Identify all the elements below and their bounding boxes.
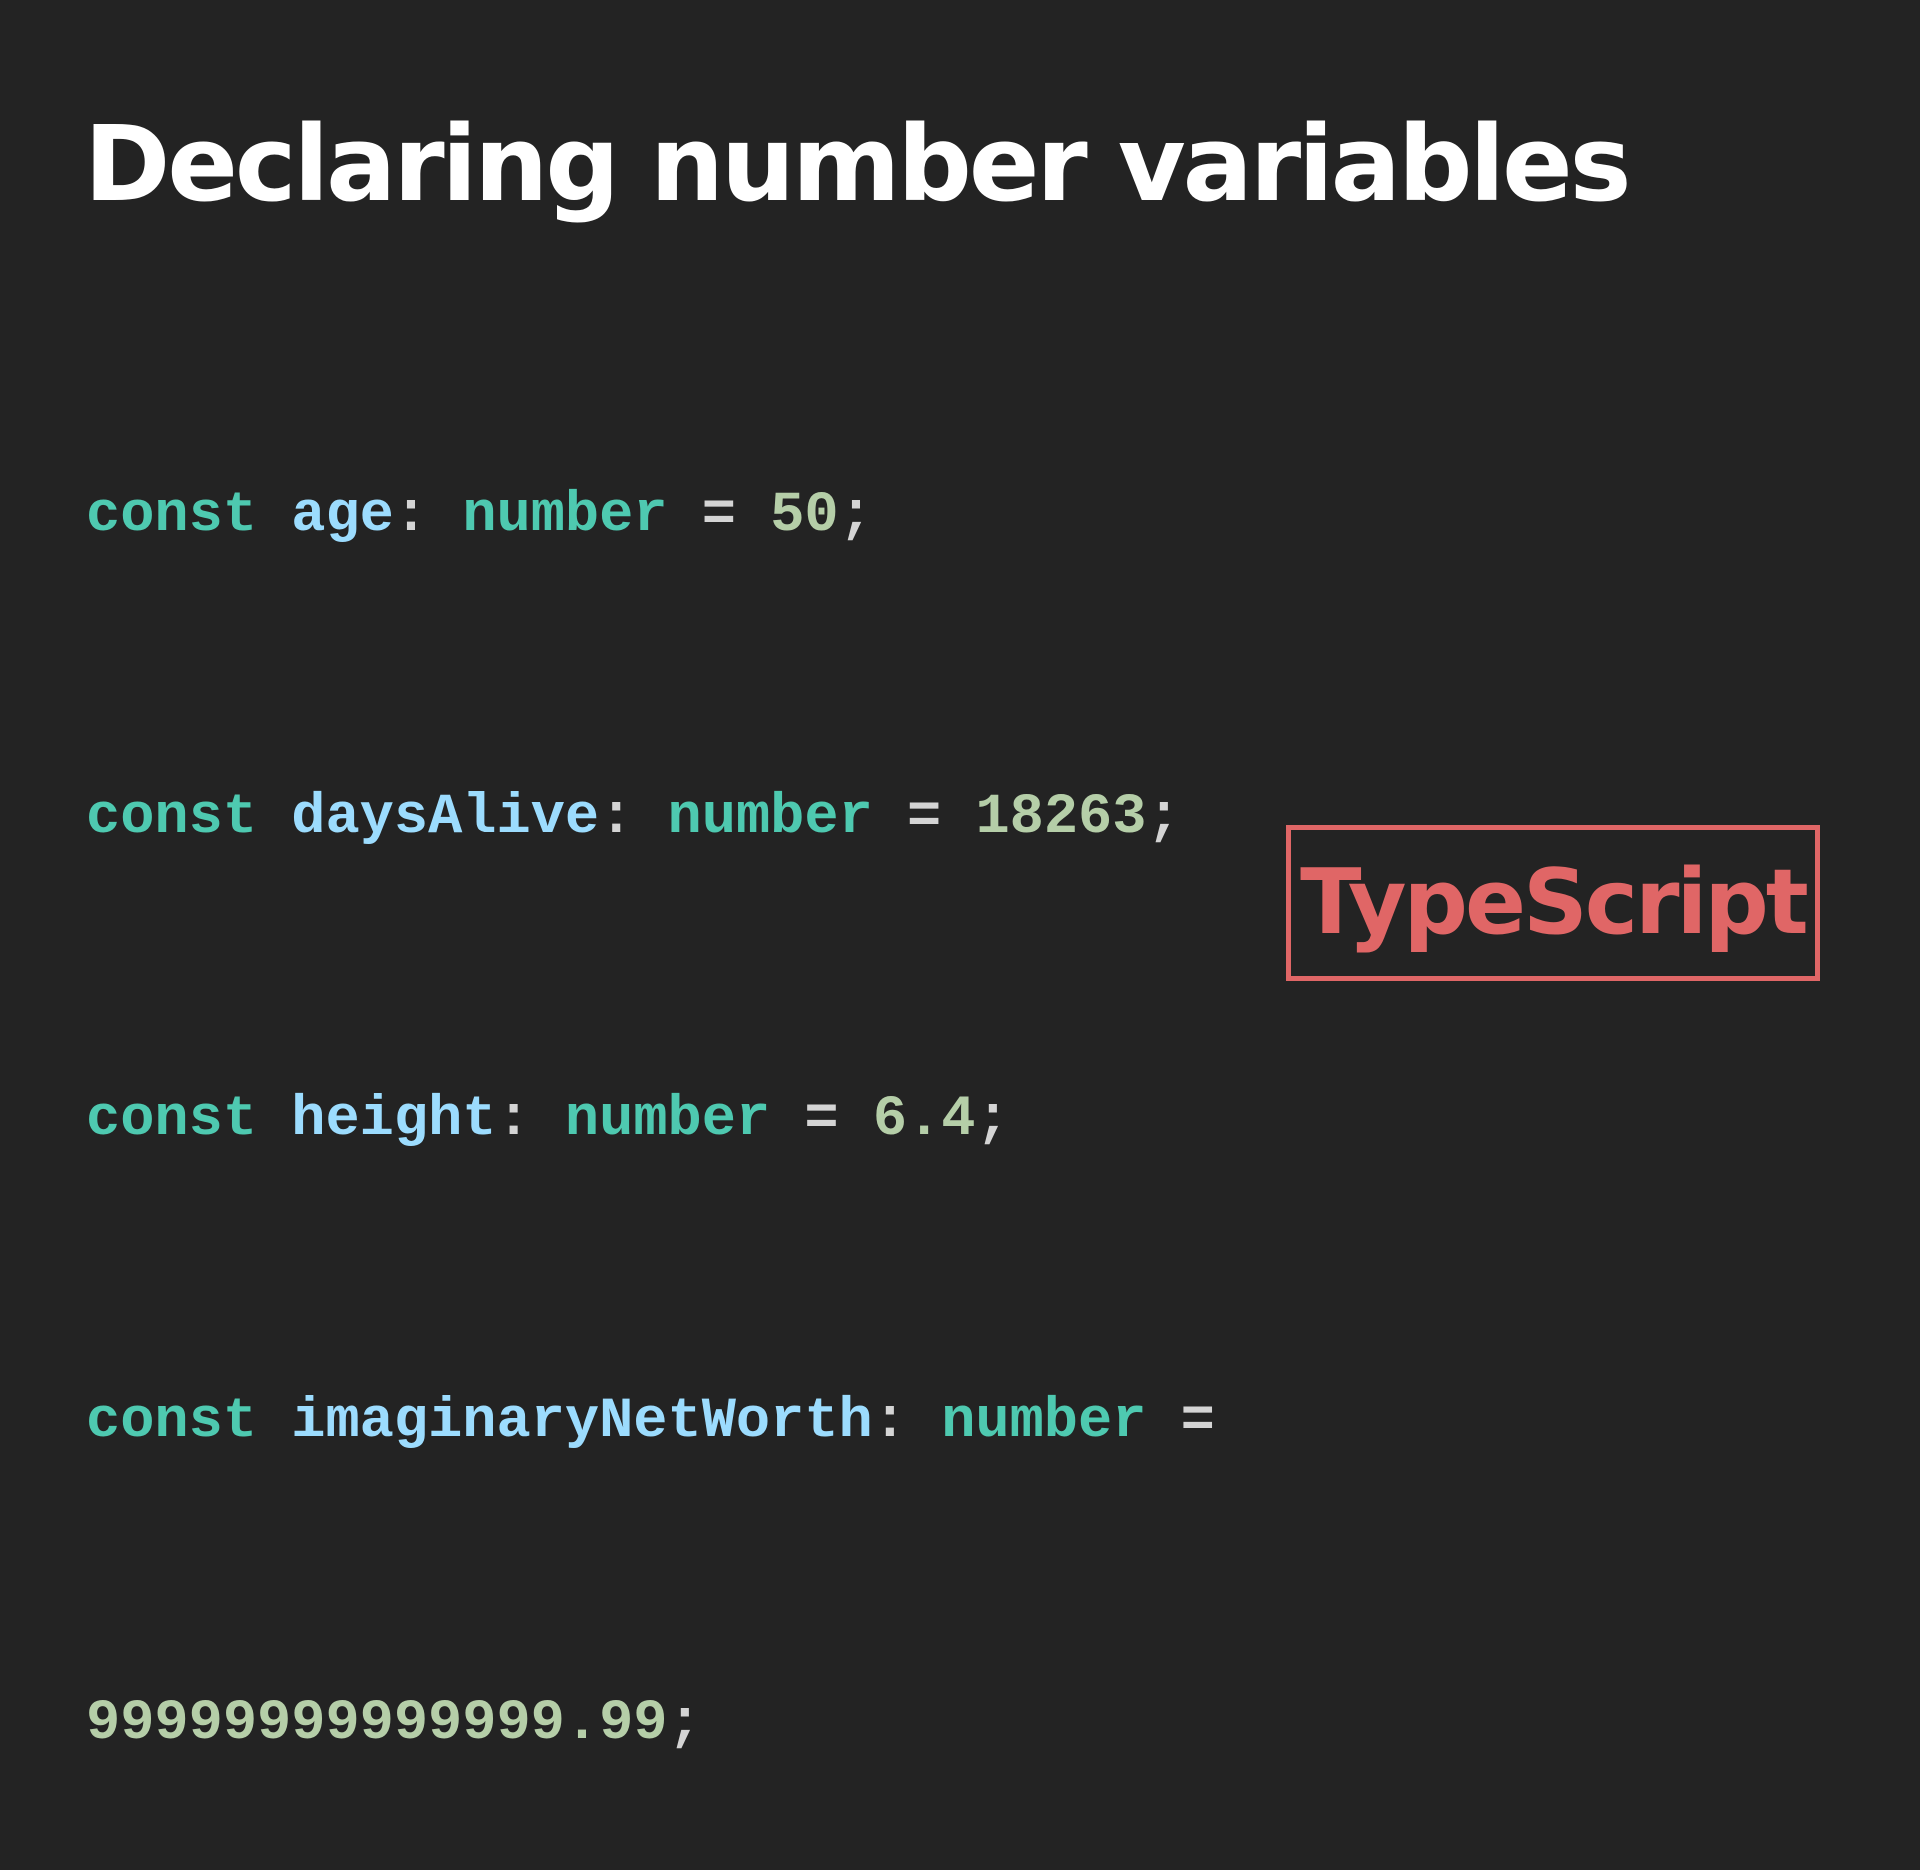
code-line-height: const height: number = 6.4; — [86, 1092, 1215, 1202]
assignment-operator: = — [1180, 1390, 1215, 1454]
keyword-const: const — [86, 1088, 258, 1152]
type-annotation: number — [564, 1088, 771, 1152]
colon: : — [496, 1088, 531, 1152]
semicolon: ; — [975, 1088, 1010, 1152]
variable-name: daysAlive — [291, 786, 600, 850]
number-literal: 18263 — [975, 786, 1147, 850]
semicolon: ; — [838, 484, 873, 548]
code-block: const age: number = 50; const daysAlive:… — [86, 360, 1215, 1870]
semicolon: ; — [1146, 786, 1181, 850]
assignment-operator: = — [907, 786, 942, 850]
code-line-net-worth-value: 99999999999999.99; — [86, 1696, 1215, 1806]
typescript-badge: TypeScript — [1286, 825, 1820, 981]
keyword-const: const — [86, 1390, 258, 1454]
semicolon: ; — [667, 1692, 702, 1756]
colon: : — [872, 1390, 907, 1454]
code-line-age: const age: number = 50; — [86, 488, 1215, 598]
number-literal: 6.4 — [872, 1088, 976, 1152]
assignment-operator: = — [701, 484, 736, 548]
keyword-const: const — [86, 786, 258, 850]
slide-title: Declaring number variables — [84, 103, 1632, 225]
keyword-const: const — [86, 484, 258, 548]
badge-label: TypeScript — [1300, 850, 1809, 955]
variable-name: age — [291, 484, 394, 548]
code-line-imaginary-net-worth: const imaginaryNetWorth: number = — [86, 1394, 1215, 1504]
code-line-days-alive: const daysAlive: number = 18263; — [86, 790, 1215, 900]
colon: : — [599, 786, 634, 850]
number-literal: 99999999999999.99 — [86, 1692, 668, 1756]
number-literal: 50 — [770, 484, 839, 548]
type-annotation: number — [462, 484, 668, 548]
assignment-operator: = — [804, 1088, 839, 1152]
type-annotation: number — [667, 786, 873, 850]
variable-name: imaginaryNetWorth — [291, 1390, 873, 1454]
variable-name: height — [291, 1088, 497, 1152]
colon: : — [393, 484, 429, 548]
type-annotation: number — [941, 1390, 1147, 1454]
